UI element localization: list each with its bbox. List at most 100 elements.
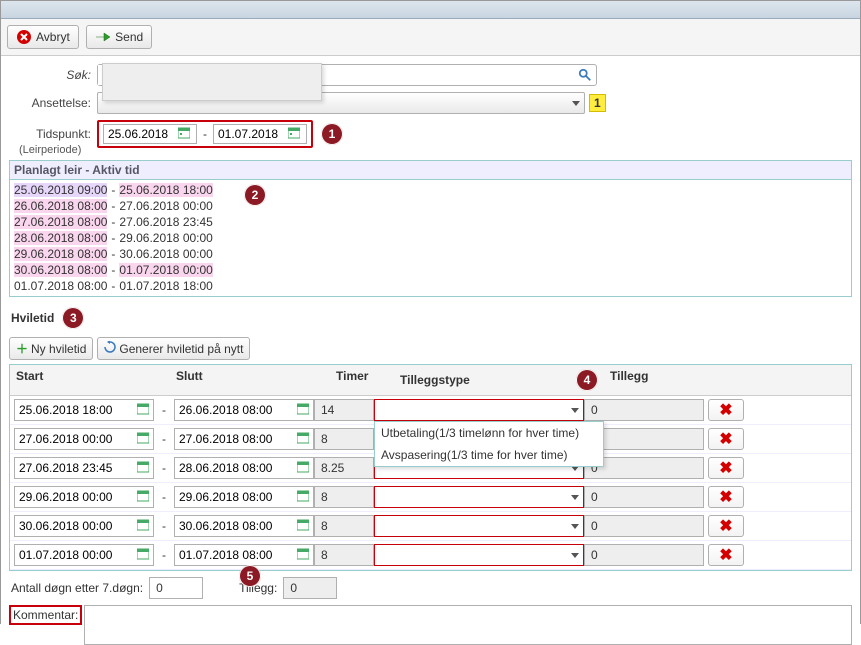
delete-row-button[interactable]: ✖	[708, 544, 744, 566]
hviletid-toolbar: ＋ Ny hviletid Generer hviletid på nytt	[9, 333, 852, 364]
aktiv-to: 01.07.2018 00:00	[119, 263, 212, 277]
new-hviletid-button[interactable]: ＋ Ny hviletid	[9, 337, 93, 360]
aktiv-from: 29.06.2018 08:00	[14, 247, 107, 261]
slutt-input[interactable]	[174, 486, 314, 508]
close-icon: ✖	[719, 545, 732, 565]
hviletid-title: Hviletid	[11, 311, 54, 325]
annotation-4: 4	[576, 369, 598, 391]
aktiv-from: 25.06.2018 09:00	[14, 183, 107, 197]
aktiv-to: 27.06.2018 23:45	[119, 215, 212, 229]
header-slutt: Slutt	[170, 365, 330, 395]
calendar-icon[interactable]	[297, 490, 309, 504]
delete-row-button[interactable]: ✖	[708, 428, 744, 450]
main-toolbar: Avbryt Send	[1, 19, 860, 56]
tillegg-value: 0	[584, 399, 704, 421]
dogn-label: Antall døgn etter 7.døgn:	[11, 581, 143, 595]
combo-option[interactable]: Utbetaling(1/3 timelønn for hver time)	[375, 422, 603, 444]
search-icon[interactable]	[574, 68, 596, 82]
ansettelse-label: Ansettelse:	[9, 96, 97, 110]
send-button[interactable]: Send	[86, 25, 152, 49]
calendar-icon[interactable]	[137, 490, 149, 504]
new-hviletid-label: Ny hviletid	[31, 342, 86, 356]
aktiv-to: 30.06.2018 00:00	[119, 247, 212, 261]
tidspunkt-label: Tidspunkt:	[9, 127, 97, 141]
start-input[interactable]	[14, 515, 154, 537]
table-row: -80✖	[10, 483, 851, 512]
app-window: Avbryt Send Søk: Ansettelse: 1	[0, 0, 861, 624]
tilleggstype-select[interactable]	[374, 544, 584, 566]
aktiv-header: Planlagt leir - Aktiv tid	[10, 161, 851, 180]
bottom-row: Antall døgn etter 7.døgn: 0 5 Tillegg: 0	[9, 571, 852, 605]
chevron-down-icon	[571, 408, 579, 413]
generate-hviletid-button[interactable]: Generer hviletid på nytt	[97, 337, 250, 360]
slutt-input[interactable]	[174, 428, 314, 450]
calendar-icon[interactable]	[297, 519, 309, 533]
delete-row-button[interactable]: ✖	[708, 457, 744, 479]
tilleggstype-select[interactable]	[374, 399, 584, 421]
hviletid-title-row: Hviletid 3	[9, 303, 852, 333]
calendar-icon[interactable]	[297, 403, 309, 417]
combo-option[interactable]: Avspasering(1/3 time for hver time)	[375, 444, 603, 466]
cancel-icon	[16, 29, 32, 45]
slutt-input[interactable]	[174, 544, 314, 566]
aktiv-row: 01.07.2018 08:00-01.07.2018 18:00	[14, 278, 847, 294]
start-input[interactable]	[14, 457, 154, 479]
header-start: Start	[10, 365, 170, 395]
aktiv-body: 2 25.06.2018 09:00-25.06.2018 18:0026.06…	[10, 180, 851, 296]
annotation-5: 5	[239, 565, 261, 587]
timer-value: 8	[314, 486, 374, 508]
date-dash: -	[197, 127, 213, 141]
close-icon: ✖	[719, 458, 732, 478]
start-input[interactable]	[14, 544, 154, 566]
chevron-down-icon	[572, 101, 580, 106]
calendar-icon[interactable]	[178, 127, 192, 141]
table-row: -80✖	[10, 512, 851, 541]
calendar-icon[interactable]	[288, 127, 302, 141]
date-to[interactable]	[213, 124, 307, 144]
calendar-icon[interactable]	[297, 461, 309, 475]
tilleggstype-popup: Utbetaling(1/3 timelønn for hver time)Av…	[374, 421, 604, 467]
chevron-down-icon	[571, 553, 579, 558]
calendar-icon[interactable]	[137, 461, 149, 475]
calendar-icon[interactable]	[297, 432, 309, 446]
aktiv-row: 26.06.2018 08:00-27.06.2018 00:00	[14, 198, 847, 214]
dogn-input[interactable]: 0	[149, 577, 203, 599]
calendar-icon[interactable]	[137, 548, 149, 562]
close-icon: ✖	[719, 487, 732, 507]
date-to-input[interactable]	[218, 127, 286, 141]
cancel-button[interactable]: Avbryt	[7, 25, 79, 49]
delete-row-button[interactable]: ✖	[708, 486, 744, 508]
annotation-2: 2	[244, 184, 266, 206]
table-row: -80✖	[10, 541, 851, 570]
delete-row-button[interactable]: ✖	[708, 399, 744, 421]
calendar-icon[interactable]	[137, 403, 149, 417]
cancel-label: Avbryt	[36, 30, 70, 44]
timer-value: 8	[314, 515, 374, 537]
aktiv-to: 27.06.2018 00:00	[119, 199, 212, 213]
tillegg-value: 0	[584, 515, 704, 537]
start-input[interactable]	[14, 399, 154, 421]
calendar-icon[interactable]	[137, 519, 149, 533]
timer-value: 8	[314, 544, 374, 566]
close-icon: ✖	[719, 516, 732, 536]
date-from-input[interactable]	[108, 127, 176, 141]
calendar-icon[interactable]	[137, 432, 149, 446]
aktiv-row: 27.06.2018 08:00-27.06.2018 23:45	[14, 214, 847, 230]
date-from[interactable]	[103, 124, 197, 144]
start-input[interactable]	[14, 428, 154, 450]
tilleggstype-select[interactable]	[374, 486, 584, 508]
timer-value: 14	[314, 399, 374, 421]
search-popup[interactable]	[102, 63, 322, 101]
slutt-input[interactable]	[174, 515, 314, 537]
slutt-input[interactable]	[174, 399, 314, 421]
comment-textarea[interactable]	[84, 605, 852, 645]
delete-row-button[interactable]: ✖	[708, 515, 744, 537]
content-area: Søk: Ansettelse: 1 Tidspunkt:	[1, 56, 860, 645]
start-input[interactable]	[14, 486, 154, 508]
slutt-input[interactable]	[174, 457, 314, 479]
calendar-icon[interactable]	[297, 548, 309, 562]
tilleggstype-select[interactable]	[374, 515, 584, 537]
close-icon: ✖	[719, 429, 732, 449]
aktiv-row: 29.06.2018 08:00-30.06.2018 00:00	[14, 246, 847, 262]
annotation-1: 1	[321, 123, 343, 145]
